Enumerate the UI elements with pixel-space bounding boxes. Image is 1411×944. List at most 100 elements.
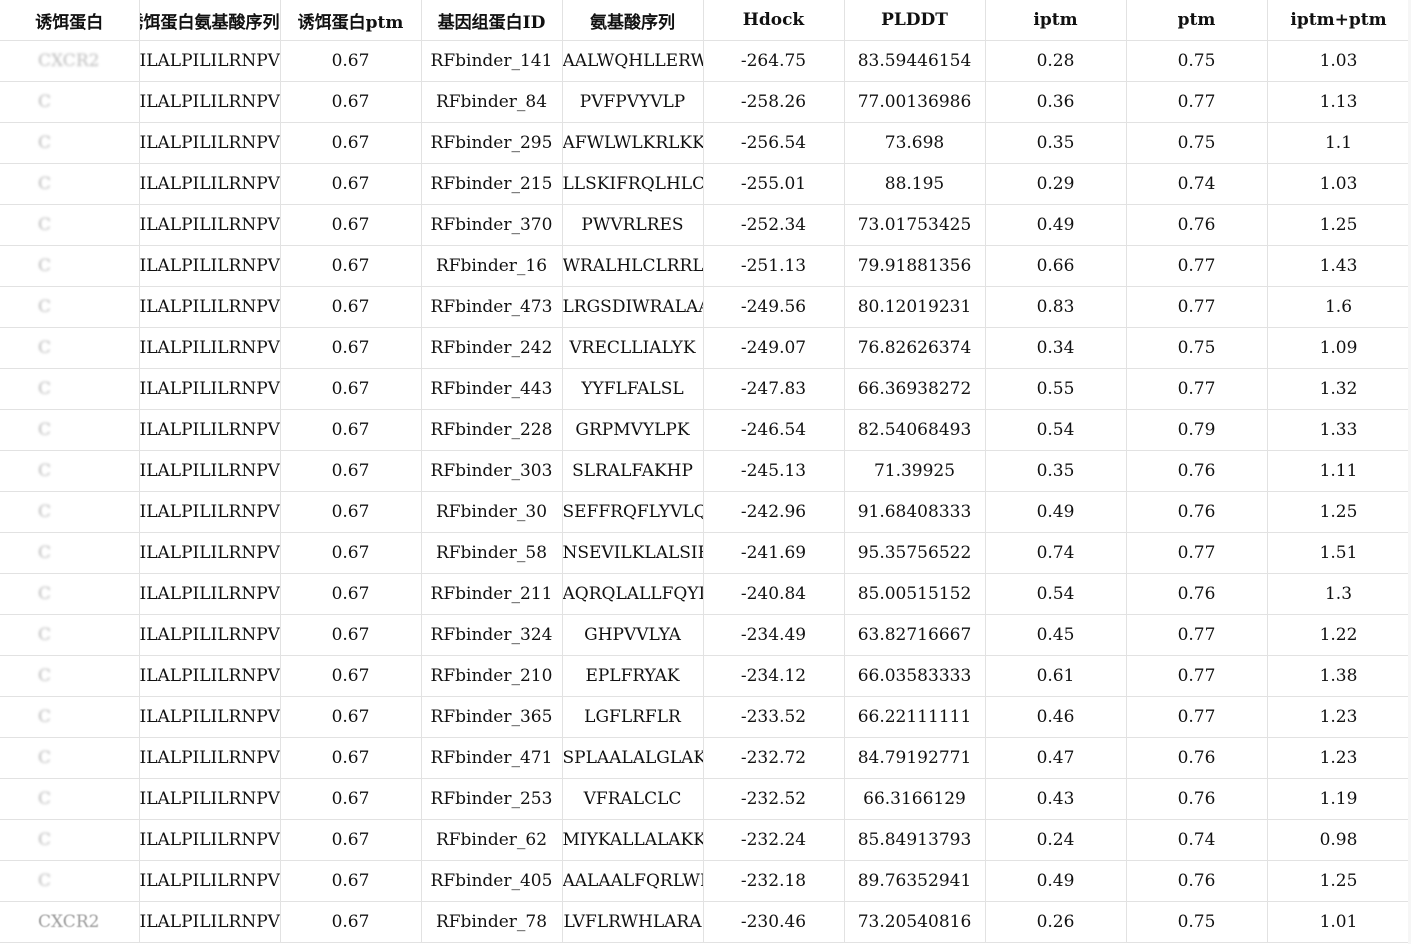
cell-bait-sequence[interactable]: ILALPILILRNPVK xyxy=(139,286,281,328)
cell-protein-id[interactable]: RFbinder_228 xyxy=(421,409,563,451)
cell-bait-sequence[interactable]: ILALPILILRNPVK xyxy=(139,491,281,533)
cell-ptm[interactable]: 0.77 xyxy=(1126,286,1268,328)
table-row[interactable]: C ILALPILILRNPVK 0.67 RFbinder_471 SPLAALALG… xyxy=(0,737,1411,779)
header-aa-sequence[interactable]: 氨基酸序列 xyxy=(562,0,704,41)
table-row[interactable]: C ILALPILILRNPVK 0.67 RFbinder_215 LLSKIFRQL… xyxy=(0,163,1411,205)
table-row[interactable]: C ILALPILILRNPVK 0.67 RFbinder_30 SEFFRQFLYV… xyxy=(0,491,1411,533)
cell-aa-sequence[interactable]: VFRALCLC xyxy=(562,778,704,820)
header-ptm[interactable]: ptm xyxy=(1126,0,1268,41)
cell-bait-sequence[interactable]: ILALPILILRNPVK xyxy=(139,573,281,615)
cell-bait-sequence[interactable]: ILALPILILRNPVK xyxy=(139,614,281,656)
cell-iptm-ptm[interactable]: 1.22 xyxy=(1267,614,1411,656)
cell-iptm-ptm[interactable]: 1.03 xyxy=(1267,40,1411,82)
cell-plddt[interactable]: 66.22111111 xyxy=(844,696,986,738)
table-row[interactable]: C ILALPILILRNPVK 0.67 RFbinder_370 PWVRLRES -… xyxy=(0,204,1411,246)
cell-bait-sequence[interactable]: ILALPILILRNPVK xyxy=(139,40,281,82)
cell-bait-sequence[interactable]: ILALPILILRNPVK xyxy=(139,163,281,205)
cell-iptm-ptm[interactable]: 1.25 xyxy=(1267,204,1411,246)
cell-hdock[interactable]: -264.75 xyxy=(703,40,845,82)
cell-aa-sequence[interactable]: PWVRLRES xyxy=(562,204,704,246)
cell-iptm[interactable]: 0.61 xyxy=(985,655,1127,697)
cell-bait-protein[interactable]: C xyxy=(0,819,140,861)
cell-plddt[interactable]: 88.195 xyxy=(844,163,986,205)
cell-bait-protein[interactable]: C xyxy=(0,327,140,369)
table-row[interactable]: C ILALPILILRNPVK 0.67 RFbinder_253 VFRALCLC -… xyxy=(0,778,1411,820)
cell-bait-protein[interactable]: C xyxy=(0,860,140,902)
cell-iptm[interactable]: 0.49 xyxy=(985,204,1127,246)
cell-plddt[interactable]: 76.82626374 xyxy=(844,327,986,369)
cell-protein-id[interactable]: RFbinder_295 xyxy=(421,122,563,164)
cell-aa-sequence[interactable]: LGFLRFLR xyxy=(562,696,704,738)
cell-protein-id[interactable]: RFbinder_242 xyxy=(421,327,563,369)
cell-plddt[interactable]: 63.82716667 xyxy=(844,614,986,656)
cell-hdock[interactable]: -232.72 xyxy=(703,737,845,779)
cell-aa-sequence[interactable]: AQRQLALLFQYLV xyxy=(562,573,704,615)
cell-ptm[interactable]: 0.77 xyxy=(1126,696,1268,738)
cell-bait-protein[interactable]: C xyxy=(0,163,140,205)
cell-bait-sequence[interactable]: ILALPILILRNPVK xyxy=(139,81,281,123)
cell-iptm[interactable]: 0.24 xyxy=(985,819,1127,861)
cell-hdock[interactable]: -256.54 xyxy=(703,122,845,164)
cell-bait-ptm[interactable]: 0.67 xyxy=(280,737,422,779)
cell-bait-protein[interactable]: CXCR2 xyxy=(0,40,140,82)
cell-iptm[interactable]: 0.66 xyxy=(985,245,1127,287)
cell-bait-protein[interactable]: C xyxy=(0,368,140,410)
table-row[interactable]: C ILALPILILRNPVK 0.67 RFbinder_16 WRALHLCLRR… xyxy=(0,245,1411,287)
cell-ptm[interactable]: 0.77 xyxy=(1126,614,1268,656)
cell-bait-protein[interactable]: C xyxy=(0,491,140,533)
cell-bait-ptm[interactable]: 0.67 xyxy=(280,286,422,328)
cell-plddt[interactable]: 80.12019231 xyxy=(844,286,986,328)
cell-hdock[interactable]: -232.18 xyxy=(703,860,845,902)
cell-protein-id[interactable]: RFbinder_62 xyxy=(421,819,563,861)
cell-iptm[interactable]: 0.36 xyxy=(985,81,1127,123)
cell-ptm[interactable]: 0.77 xyxy=(1126,368,1268,410)
cell-iptm-ptm[interactable]: 1.11 xyxy=(1267,450,1411,492)
cell-aa-sequence[interactable]: VRECLLIALYK xyxy=(562,327,704,369)
cell-aa-sequence[interactable]: LRGSDIWRALAAF xyxy=(562,286,704,328)
cell-bait-sequence[interactable]: ILALPILILRNPVK xyxy=(139,204,281,246)
cell-aa-sequence[interactable]: LVFLRWHLARA xyxy=(562,901,704,943)
cell-hdock[interactable]: -234.49 xyxy=(703,614,845,656)
cell-bait-ptm[interactable]: 0.67 xyxy=(280,614,422,656)
cell-bait-protein[interactable]: C xyxy=(0,532,140,574)
table-row[interactable]: C ILALPILILRNPVK 0.67 RFbinder_58 NSEVILKLAL… xyxy=(0,532,1411,574)
table-row[interactable]: CXCR2 ILALPILILRNPVK 0.67 RFbinder_78 LVFLRW… xyxy=(0,901,1411,943)
cell-protein-id[interactable]: RFbinder_324 xyxy=(421,614,563,656)
cell-bait-ptm[interactable]: 0.67 xyxy=(280,327,422,369)
table-row[interactable]: C ILALPILILRNPVK 0.67 RFbinder_324 GHPVVLYA -… xyxy=(0,614,1411,656)
cell-plddt[interactable]: 79.91881356 xyxy=(844,245,986,287)
cell-iptm-ptm[interactable]: 1.1 xyxy=(1267,122,1411,164)
cell-bait-protein[interactable]: CXCR2 xyxy=(0,901,140,943)
table-row[interactable]: C ILALPILILRNPVK 0.67 RFbinder_295 AFWLWLKRL… xyxy=(0,122,1411,164)
cell-bait-protein[interactable]: C xyxy=(0,245,140,287)
cell-bait-sequence[interactable]: ILALPILILRNPVK xyxy=(139,450,281,492)
cell-protein-id[interactable]: RFbinder_365 xyxy=(421,696,563,738)
cell-aa-sequence[interactable]: LLSKIFRQLHLCK xyxy=(562,163,704,205)
cell-plddt[interactable]: 77.00136986 xyxy=(844,81,986,123)
cell-hdock[interactable]: -247.83 xyxy=(703,368,845,410)
cell-bait-protein[interactable]: C xyxy=(0,778,140,820)
cell-protein-id[interactable]: RFbinder_84 xyxy=(421,81,563,123)
cell-plddt[interactable]: 66.3166129 xyxy=(844,778,986,820)
cell-ptm[interactable]: 0.74 xyxy=(1126,163,1268,205)
header-bait-ptm[interactable]: 诱饵蛋白ptm xyxy=(280,0,422,41)
cell-iptm-ptm[interactable]: 1.19 xyxy=(1267,778,1411,820)
cell-iptm-ptm[interactable]: 1.23 xyxy=(1267,696,1411,738)
table-row[interactable]: C ILALPILILRNPVK 0.67 RFbinder_443 YYFLFALSL… xyxy=(0,368,1411,410)
cell-bait-ptm[interactable]: 0.67 xyxy=(280,245,422,287)
cell-iptm-ptm[interactable]: 1.6 xyxy=(1267,286,1411,328)
cell-protein-id[interactable]: RFbinder_16 xyxy=(421,245,563,287)
cell-bait-sequence[interactable]: ILALPILILRNPVK xyxy=(139,778,281,820)
cell-hdock[interactable]: -232.52 xyxy=(703,778,845,820)
cell-ptm[interactable]: 0.74 xyxy=(1126,819,1268,861)
cell-ptm[interactable]: 0.75 xyxy=(1126,327,1268,369)
cell-iptm-ptm[interactable]: 1.09 xyxy=(1267,327,1411,369)
cell-hdock[interactable]: -258.26 xyxy=(703,81,845,123)
cell-bait-ptm[interactable]: 0.67 xyxy=(280,860,422,902)
cell-bait-ptm[interactable]: 0.67 xyxy=(280,778,422,820)
cell-plddt[interactable]: 91.68408333 xyxy=(844,491,986,533)
cell-bait-sequence[interactable]: ILALPILILRNPVK xyxy=(139,245,281,287)
cell-bait-sequence[interactable]: ILALPILILRNPVK xyxy=(139,532,281,574)
cell-bait-ptm[interactable]: 0.67 xyxy=(280,819,422,861)
cell-bait-sequence[interactable]: ILALPILILRNPVK xyxy=(139,860,281,902)
